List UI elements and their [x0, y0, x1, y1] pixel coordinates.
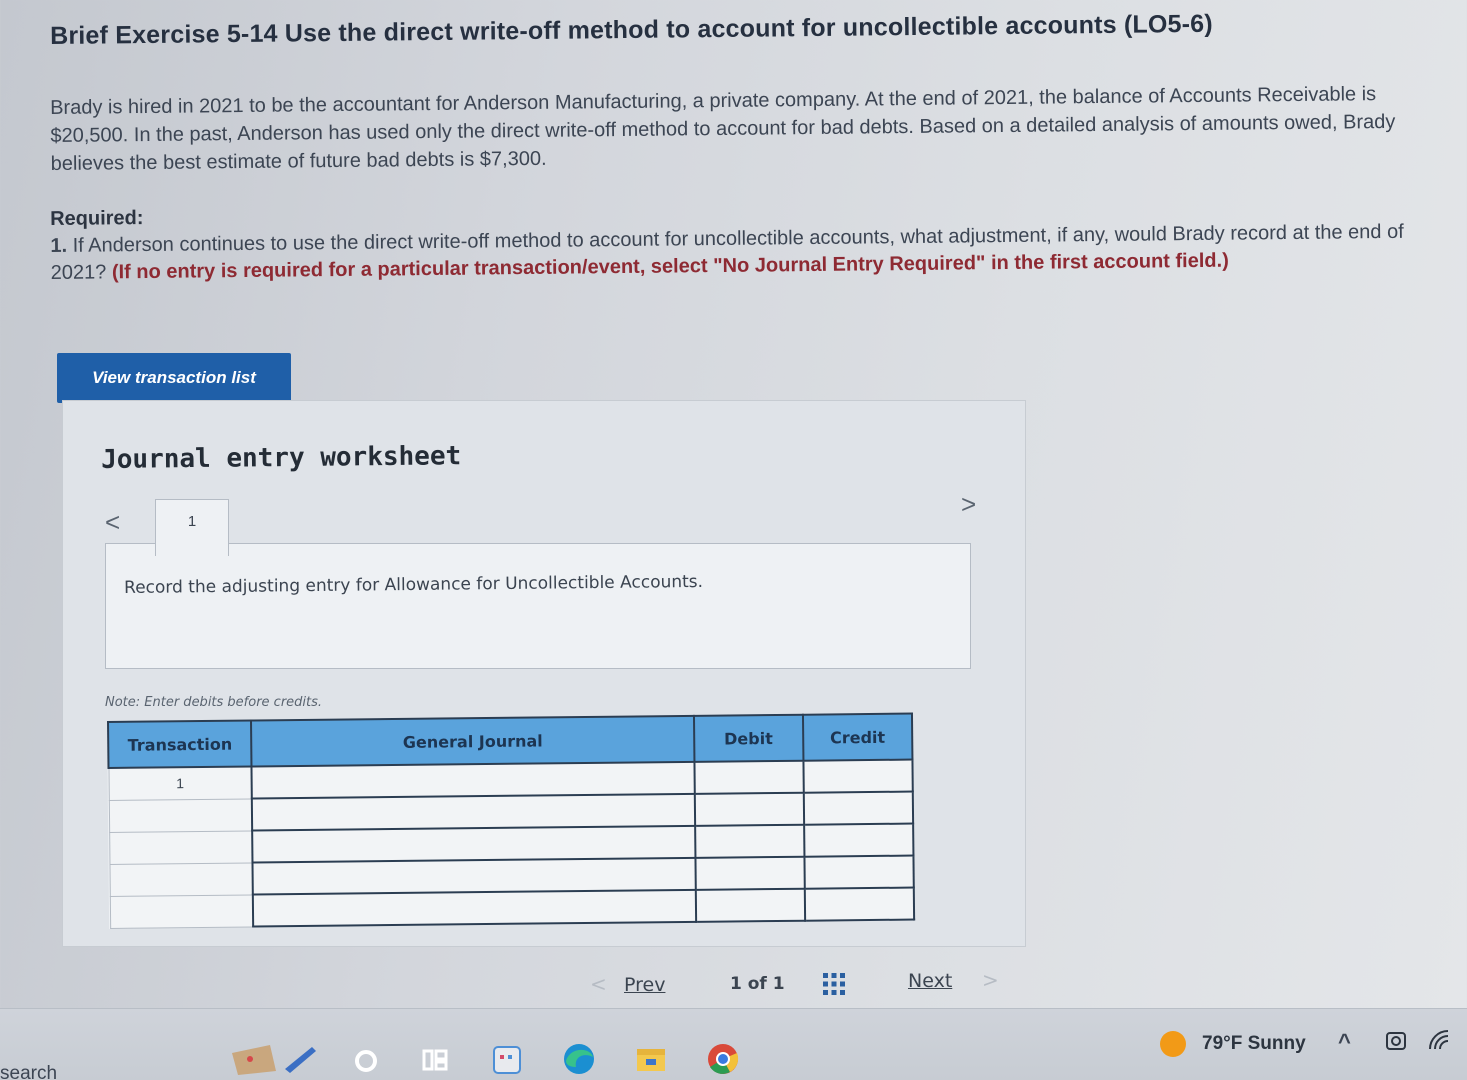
journal-table: Transaction General Journal Debit Credit… [107, 712, 916, 929]
question-number: 1. [50, 234, 68, 257]
pagination: < Prev 1 of 1 Next > [590, 968, 1010, 1004]
required-section: Required: 1. If Anderson continues to us… [50, 192, 1421, 287]
edge-browser-icon[interactable] [562, 1041, 596, 1075]
chrome-browser-icon[interactable] [706, 1041, 740, 1075]
credit-field[interactable] [803, 791, 914, 825]
chevron-right-icon[interactable]: > [961, 489, 976, 520]
transaction-cell [109, 894, 254, 928]
header-credit: Credit [802, 713, 913, 761]
task-view-icon[interactable] [418, 1041, 452, 1075]
credit-value[interactable] [806, 889, 914, 920]
worksheet-title: Journal entry worksheet [101, 441, 462, 475]
account-field[interactable] [252, 793, 695, 831]
chevron-left-icon[interactable]: < [105, 507, 120, 538]
credit-value[interactable] [805, 793, 913, 824]
account-value[interactable] [254, 827, 695, 862]
weather-text: 79°F Sunny [1202, 1033, 1306, 1054]
debit-value[interactable] [696, 826, 803, 857]
debit-field[interactable] [695, 888, 805, 922]
journal-entry-worksheet: Journal entry worksheet < > 1 Record the… [62, 400, 1026, 947]
question-note: (If no entry is required for a particula… [111, 249, 1229, 284]
search-icon[interactable] [350, 1041, 384, 1075]
credit-field[interactable] [804, 855, 914, 889]
taskbar-search[interactable]: search [0, 1063, 57, 1080]
credit-field[interactable] [803, 759, 913, 793]
header-debit: Debit [693, 714, 804, 762]
calendar-app-icon[interactable] [490, 1041, 524, 1075]
account-value[interactable] [253, 795, 694, 830]
prev-link[interactable]: Prev [624, 974, 665, 996]
account-field[interactable] [253, 889, 696, 927]
transaction-cell [108, 798, 253, 832]
credit-field[interactable] [803, 823, 914, 857]
account-value[interactable] [253, 763, 694, 798]
debits-note: Note: Enter debits before credits. [105, 695, 323, 710]
transaction-cell [109, 830, 253, 864]
paint-app-icon[interactable] [230, 1041, 320, 1075]
instruction-box: Record the adjusting entry for Allowance… [105, 543, 971, 669]
chevron-left-icon: < [590, 972, 607, 996]
file-explorer-icon[interactable] [634, 1041, 668, 1075]
next-link[interactable]: Next [908, 970, 952, 992]
grid-icon[interactable] [822, 972, 846, 996]
view-transaction-list-button[interactable]: View transaction list [57, 353, 291, 403]
chevron-up-icon[interactable]: ^ [1338, 1029, 1362, 1054]
wifi-icon[interactable] [1428, 1029, 1452, 1053]
debit-field[interactable] [694, 760, 804, 794]
taskbar: search 79°F Sunny ^ [0, 1008, 1467, 1080]
problem-intro: Brady is hired in 2021 to be the account… [50, 83, 1396, 175]
header-general-journal: General Journal [251, 715, 695, 767]
journal-header-row: Transaction General Journal Debit Credit [108, 713, 913, 768]
account-value[interactable] [254, 859, 695, 894]
account-value[interactable] [254, 891, 695, 926]
meet-now-icon[interactable] [1384, 1029, 1408, 1053]
debit-value[interactable] [696, 890, 803, 921]
account-field[interactable] [252, 825, 696, 863]
account-field[interactable] [251, 761, 695, 799]
credit-value[interactable] [805, 825, 913, 856]
instruction-text: Record the adjusting entry for Allowance… [124, 571, 704, 598]
debit-value[interactable] [696, 858, 803, 889]
credit-value[interactable] [804, 761, 912, 792]
credit-value[interactable] [805, 857, 913, 888]
account-field[interactable] [252, 857, 696, 895]
transaction-cell [109, 862, 254, 896]
debit-field[interactable] [695, 856, 805, 890]
debit-field[interactable] [694, 792, 804, 826]
debit-value[interactable] [695, 794, 802, 825]
transaction-cell: 1 [108, 766, 253, 800]
page-count: 1 of 1 [730, 974, 785, 994]
credit-field[interactable] [804, 887, 915, 921]
debit-value[interactable] [695, 762, 802, 793]
chevron-right-icon: > [982, 968, 999, 992]
problem-title: Brief Exercise 5-14 Use the direct write… [50, 9, 1213, 50]
sun-icon [1160, 1031, 1186, 1057]
debit-field[interactable] [694, 824, 805, 858]
tab-entry-1[interactable]: 1 [155, 499, 229, 556]
header-transaction: Transaction [108, 720, 252, 768]
